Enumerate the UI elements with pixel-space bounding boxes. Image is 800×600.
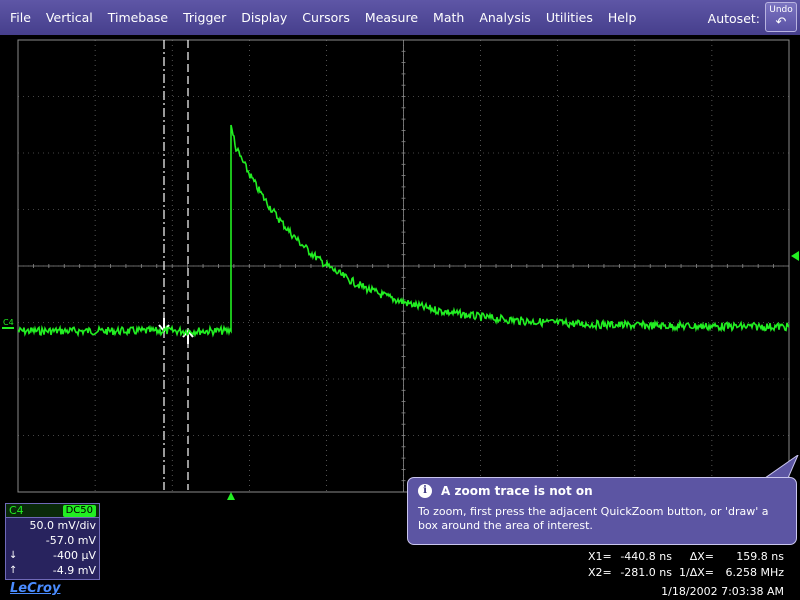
inv-dx-value: 6.258 MHz <box>725 566 784 579</box>
graticule <box>17 39 790 493</box>
offset-row: -57.0 mV <box>6 533 99 548</box>
cursor-down-row: ↓ -400 µV <box>6 548 99 563</box>
coupling-badge: DC50 <box>62 504 96 517</box>
cursor-up-row: ↑ -4.9 mV <box>6 563 99 578</box>
cursor-down-value: -400 µV <box>53 549 96 562</box>
channel-marker-c4[interactable]: C4 <box>3 318 14 327</box>
x1-label: X1= <box>588 550 612 563</box>
undo-arrow-icon: ↶ <box>775 15 787 30</box>
channel-c4-descriptor[interactable]: C4 DC50 50.0 mV/div -57.0 mV ↓ -400 µV ↑ -… <box>5 503 100 580</box>
timestamp: 1/18/2002 7:03:38 AM <box>661 585 784 598</box>
cursor-up-value: -4.9 mV <box>52 564 96 577</box>
menu-bar: File Vertical Timebase Trigger Display C… <box>0 0 800 35</box>
zoom-tooltip[interactable]: i A zoom trace is not on To zoom, first … <box>407 477 797 545</box>
readout-row-1: X1= -440.8 ns ΔX= 159.8 ns <box>588 549 798 565</box>
trigger-level-marker-icon[interactable] <box>791 251 799 261</box>
trigger-position-marker-icon[interactable] <box>227 492 235 500</box>
offset-value: -57.0 mV <box>45 534 96 547</box>
menu-vertical[interactable]: Vertical <box>46 10 93 25</box>
zoom-tooltip-body: To zoom, first press the adjacent QuickZ… <box>418 505 769 532</box>
up-arrow-icon: ↑ <box>9 565 18 576</box>
undo-button[interactable]: Undo ↶ <box>765 2 797 32</box>
menu-display[interactable]: Display <box>241 10 287 25</box>
x2-label: X2= <box>588 566 612 579</box>
x1-value: -440.8 ns <box>620 550 672 563</box>
autoset-label[interactable]: Autoset: <box>708 11 760 26</box>
dx-value: 159.8 ns <box>736 550 784 563</box>
readout-row-2: X2= -281.0 ns 1/ΔX= 6.258 MHz <box>588 565 798 581</box>
lecroy-logo: LeCroy <box>10 581 61 596</box>
menu-timebase[interactable]: Timebase <box>108 10 168 25</box>
menu-cursors[interactable]: Cursors <box>302 10 350 25</box>
vdiv-value: 50.0 mV/div <box>29 519 96 532</box>
menu-utilities[interactable]: Utilities <box>546 10 593 25</box>
menu-math[interactable]: Math <box>433 10 464 25</box>
menu-help[interactable]: Help <box>608 10 637 25</box>
vdiv-row: 50.0 mV/div <box>6 518 99 533</box>
scope-display[interactable]: C4 <box>0 35 800 500</box>
dx-label: ΔX= <box>689 550 714 563</box>
menu-measure[interactable]: Measure <box>365 10 418 25</box>
channel-name: C4 <box>9 504 24 517</box>
x2-value: -281.0 ns <box>620 566 672 579</box>
menu-analysis[interactable]: Analysis <box>479 10 531 25</box>
menu-trigger[interactable]: Trigger <box>183 10 226 25</box>
down-arrow-icon: ↓ <box>9 550 18 561</box>
inv-dx-label: 1/ΔX= <box>679 566 714 579</box>
zoom-tooltip-title-text: A zoom trace is not on <box>441 484 593 498</box>
undo-label: Undo <box>769 5 793 15</box>
menu-file[interactable]: File <box>10 10 31 25</box>
cursor-readout: X1= -440.8 ns ΔX= 159.8 ns X2= -281.0 ns… <box>588 549 798 581</box>
info-icon: i <box>418 484 432 498</box>
channel-c4-header: C4 DC50 <box>6 504 99 518</box>
zoom-tooltip-title: i A zoom trace is not on <box>418 484 786 498</box>
